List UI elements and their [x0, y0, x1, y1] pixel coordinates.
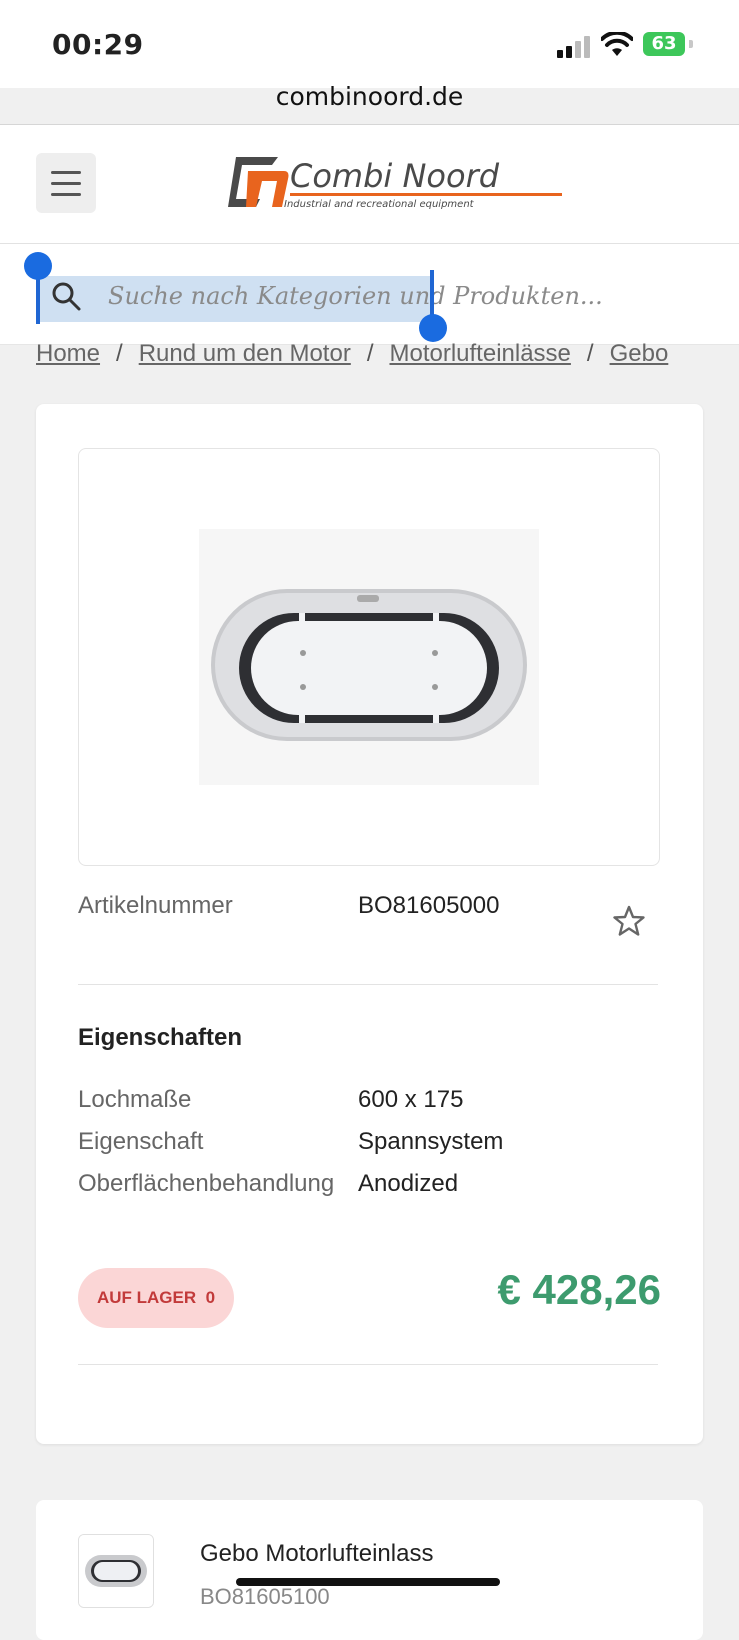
- stock-count: 0: [205, 1288, 216, 1307]
- stock-label: AUF LAGER: [96, 1288, 197, 1307]
- home-indicator[interactable]: [236, 1578, 500, 1586]
- property-label: Oberflächenbehandlung: [78, 1170, 335, 1197]
- product-price: € 428,26: [497, 1266, 662, 1313]
- clock: 00:29: [52, 28, 144, 61]
- logo-tagline: Industrial and recreational equipment: [284, 199, 475, 210]
- breadcrumb-air-intakes[interactable]: Motorlufteinlässe: [389, 340, 570, 367]
- logo-wordmark: Combi Noord: [290, 157, 500, 195]
- sku-value: BO81605000: [358, 892, 500, 919]
- property-label: Lochmaße: [78, 1086, 192, 1113]
- stock-status-badge: AUF LAGER 0: [78, 1268, 234, 1328]
- search-icon[interactable]: [50, 280, 82, 312]
- breadcrumb-home[interactable]: Home: [36, 340, 100, 367]
- status-bar: 00:29 63 combinoord.de: [0, 0, 739, 111]
- wifi-icon: [601, 32, 633, 56]
- product-image: [199, 529, 539, 785]
- battery-tip: [689, 40, 693, 48]
- property-value: Spannsystem: [358, 1128, 504, 1155]
- divider: [78, 1364, 658, 1365]
- hamburger-icon: [51, 171, 81, 174]
- related-product-card[interactable]: Gebo Motorlufteinlass BO81605100: [36, 1500, 703, 1640]
- divider: [78, 984, 658, 985]
- menu-button[interactable]: [36, 153, 96, 213]
- property-value: Anodized: [358, 1170, 459, 1197]
- product-image-frame[interactable]: [78, 448, 660, 866]
- product-card: Artikelnummer BO81605000 Eigenschaften L…: [36, 404, 703, 1444]
- search-input[interactable]: Suche nach Kategorien und Produkten...: [108, 282, 603, 310]
- combi-noord-logo[interactable]: Combi Noord Industrial and recreational …: [226, 151, 571, 213]
- breadcrumb-gebo[interactable]: Gebo: [610, 340, 669, 367]
- related-product-title[interactable]: Gebo Motorlufteinlass: [200, 1540, 433, 1568]
- breadcrumb: Home / Rund um den Motor / Motorlufteinlässe…: [36, 340, 669, 367]
- site-header: Combi Noord Industrial and recreational …: [0, 125, 739, 244]
- search-bar: Suche nach Kategorien und Produkten...: [0, 244, 739, 345]
- breadcrumb-motor[interactable]: Rund um den Motor: [139, 340, 351, 367]
- cellular-signal-icon: [557, 36, 590, 58]
- property-value: 600 x 175: [358, 1086, 464, 1113]
- property-label: Eigenschaft: [78, 1128, 204, 1155]
- related-product-image: [79, 1535, 153, 1607]
- selection-start-handle[interactable]: [24, 252, 52, 280]
- sku-label: Artikelnummer: [78, 892, 233, 919]
- related-product-sku: BO81605100: [200, 1584, 330, 1609]
- address-bar-url[interactable]: combinoord.de: [0, 82, 739, 111]
- battery-icon: 63: [643, 32, 685, 56]
- selection-end-handle[interactable]: [419, 314, 447, 342]
- favorite-star-icon[interactable]: [612, 904, 646, 938]
- related-product-thumbnail[interactable]: [78, 1534, 154, 1608]
- properties-title: Eigenschaften: [78, 1024, 243, 1051]
